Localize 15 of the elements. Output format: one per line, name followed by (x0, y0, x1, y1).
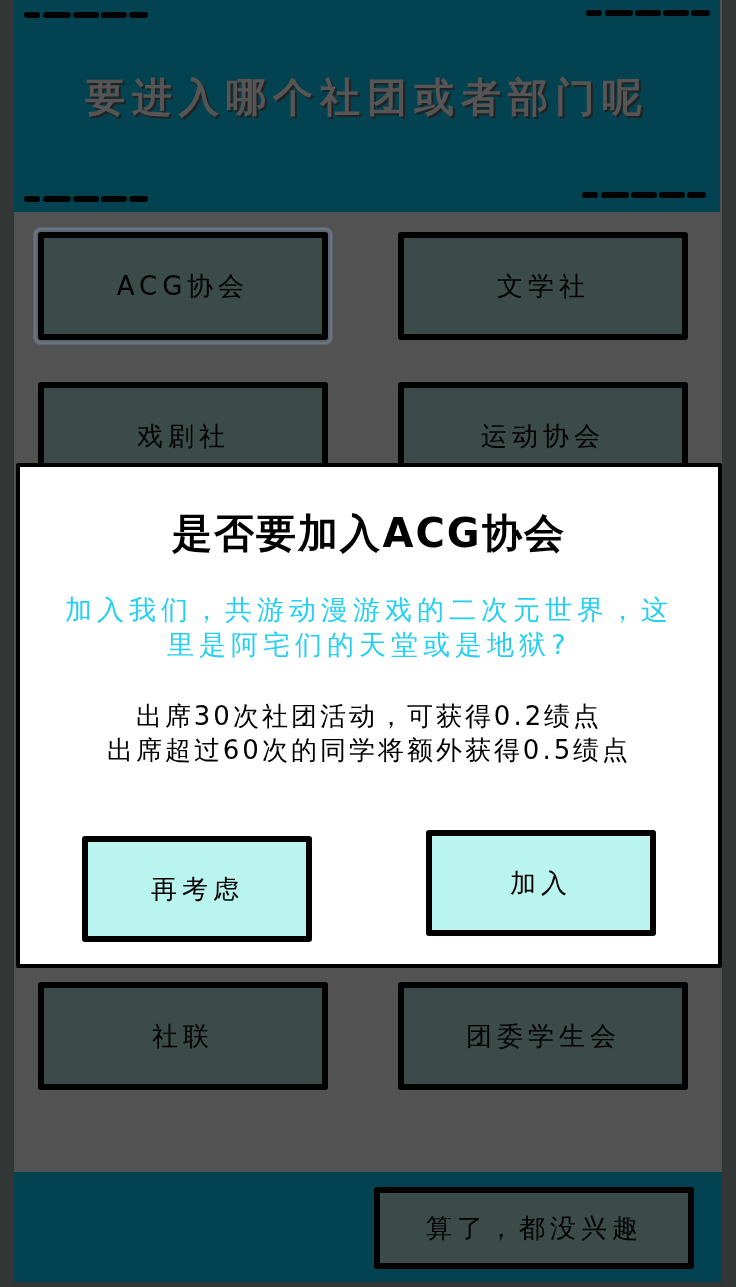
club-button[interactable]: 团委学生会 (398, 982, 688, 1090)
dismiss-button[interactable]: 算了，都没兴趣 (374, 1187, 694, 1269)
dashed-stroke-icon (24, 11, 148, 19)
dashed-stroke-icon (24, 195, 148, 203)
dialog-description: 加入我们，共游动漫游戏的二次元世界，这里是阿宅们的天堂或是地狱? (64, 593, 674, 662)
club-button[interactable]: 文学社 (398, 232, 688, 340)
header-title: 要进入哪个社团或者部门呢 (85, 73, 649, 121)
dialog-detail: 出席30次社团活动，可获得0.2绩点 (135, 700, 603, 733)
dialog-detail: 出席超过60次的同学将额外获得0.5绩点 (106, 734, 632, 767)
dashed-stroke-icon (582, 191, 706, 199)
dashed-stroke-icon (586, 9, 710, 17)
reconsider-button[interactable]: 再考虑 (82, 836, 312, 942)
dialog-title: 是否要加入ACG协会 (172, 509, 566, 557)
club-button[interactable]: 社联 (38, 982, 328, 1090)
join-button[interactable]: 加入 (426, 830, 656, 936)
